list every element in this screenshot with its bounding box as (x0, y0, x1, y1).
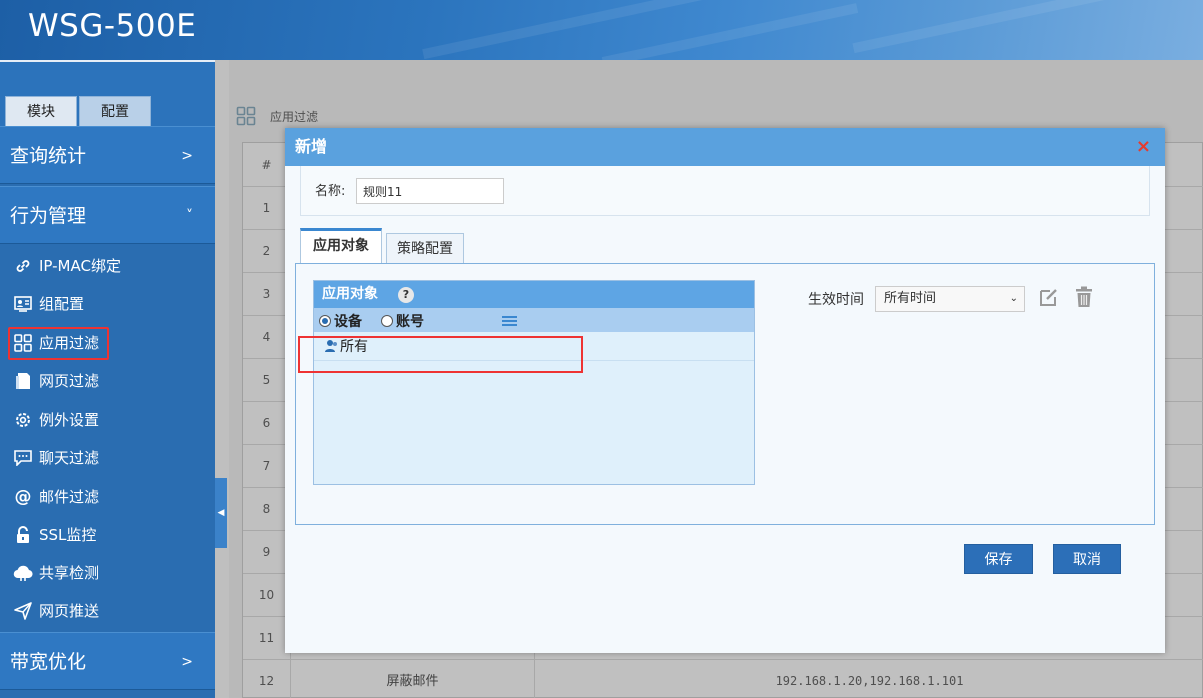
app-header: WSG-500E (0, 0, 1203, 60)
name-label: 名称: (315, 184, 346, 199)
at-icon: @ (14, 487, 32, 507)
sidebar-item-mail-filter[interactable]: @ 邮件过滤 (0, 478, 215, 516)
chevron-right-icon: > (181, 654, 193, 670)
rule-name-input[interactable] (356, 178, 504, 204)
sidebar-item-ssl-monitor[interactable]: SSL监控 (0, 516, 215, 554)
close-icon[interactable]: × (1136, 137, 1151, 157)
effective-time-label: 生效时间 (808, 292, 864, 308)
name-section: 名称: (300, 166, 1150, 216)
header-decoration (852, 0, 1168, 54)
lock-icon (12, 526, 34, 544)
sidebar-item-web-push[interactable]: 网页推送 (0, 592, 215, 630)
apply-object-panel: 应用对象 ? 设备 账号 所有 (313, 280, 755, 485)
highlight-box (8, 327, 109, 360)
radio-account[interactable]: 账号 (381, 311, 424, 331)
dialog-title: 新增 (285, 128, 1165, 166)
cancel-button[interactable]: 取消 (1053, 544, 1121, 574)
chat-icon (12, 450, 34, 466)
sidebar-collapse-handle[interactable]: ◀ (215, 478, 227, 548)
sidebar-item-web-filter[interactable]: 网页过滤 (0, 362, 215, 400)
list-select-icon[interactable] (502, 316, 517, 326)
send-icon (12, 602, 34, 620)
sidebar-top: 模块 配置 (0, 60, 215, 127)
tab-config[interactable]: 配置 (79, 96, 151, 127)
help-icon[interactable]: ? (398, 287, 414, 303)
link-icon (12, 257, 34, 275)
radio-checked-icon (319, 315, 331, 327)
effective-time-select[interactable]: 所有时间 ⌄ (875, 286, 1025, 312)
caret-left-icon: ◀ (217, 508, 225, 518)
sidebar-group-label: 行为管理 (10, 205, 87, 227)
object-type-radios: 设备 账号 (314, 308, 754, 332)
share-icon (12, 564, 34, 582)
sidebar-item-app-filter[interactable]: 应用过滤 (0, 324, 215, 362)
sidebar-item-ip-mac[interactable]: IP-MAC绑定 (0, 247, 215, 285)
sidebar-item-group-config[interactable]: 组配置 (0, 285, 215, 323)
app-logo: WSG-500E (28, 8, 197, 44)
tab-policy-config[interactable]: 策略配置 (386, 233, 464, 264)
edit-icon[interactable] (1039, 287, 1059, 307)
highlight-box (298, 336, 583, 373)
tab-panel: 应用对象 ? 设备 账号 所有 (295, 263, 1155, 525)
group-card-icon (12, 296, 34, 312)
add-rule-dialog: 新增 × 名称: 应用对象 策略配置 应用对象 ? 设备 账号 (285, 128, 1165, 653)
save-button[interactable]: 保存 (964, 544, 1033, 574)
sidebar-item-share-detect[interactable]: 共享检测 (0, 554, 215, 592)
sidebar: 模块 配置 查询统计 > 行为管理 ˅ IP-MAC绑定 组配置 应用过滤 网页… (0, 60, 215, 698)
chevron-down-icon: ˅ (186, 208, 193, 224)
apply-object-header: 应用对象 ? (314, 281, 754, 308)
webpage-icon (12, 372, 34, 390)
radio-unchecked-icon (381, 315, 393, 327)
sidebar-group-bandwidth[interactable]: 带宽优化 > (0, 632, 215, 690)
sidebar-group-query-stats[interactable]: 查询统计 > (0, 126, 215, 184)
tab-apply-object[interactable]: 应用对象 (300, 228, 382, 265)
chevron-right-icon: > (181, 148, 193, 164)
sidebar-item-chat-filter[interactable]: 聊天过滤 (0, 439, 215, 477)
sidebar-group-label: 查询统计 (10, 145, 87, 167)
tab-module[interactable]: 模块 (5, 96, 77, 127)
sidebar-group-label: 带宽优化 (10, 651, 87, 673)
chevron-down-icon: ⌄ (1009, 293, 1018, 304)
gear-icon (12, 411, 34, 429)
radio-device[interactable]: 设备 (319, 311, 362, 331)
trash-icon[interactable] (1074, 286, 1094, 308)
sidebar-group-behavior[interactable]: 行为管理 ˅ (0, 186, 215, 244)
sidebar-item-exceptions[interactable]: 例外设置 (0, 401, 215, 439)
